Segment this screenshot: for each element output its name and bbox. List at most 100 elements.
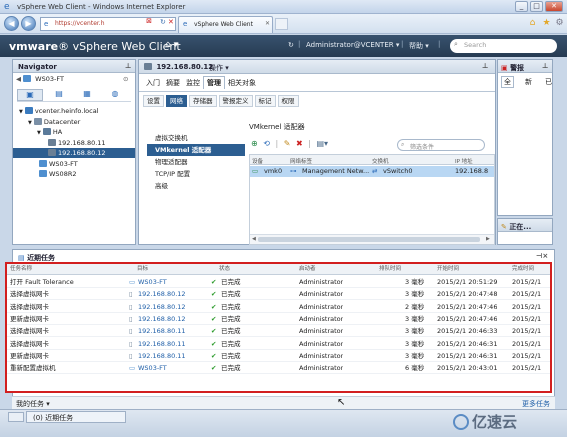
more-tasks-link[interactable]: 更多任务 <box>522 399 550 409</box>
task-col-header[interactable]: 任务名称 <box>10 264 32 275</box>
task-row[interactable]: 更新虚拟网卡 ▯ 192.168.80.11 ✔ 已完成 Administrator 3 毫… <box>7 350 550 362</box>
network-nav-item[interactable]: 虚拟交换机 <box>147 132 245 144</box>
hosts-clusters-tab-icon[interactable]: ▣ <box>17 89 43 101</box>
task-target-link[interactable]: 192.168.80.12 <box>138 301 186 313</box>
tab-close-icon[interactable]: ✕ <box>265 20 270 27</box>
grid-col-header[interactable]: 设备 <box>252 157 263 165</box>
expand-icon[interactable]: ▼ <box>28 120 32 126</box>
delete-icon[interactable]: ✖ <box>296 139 303 148</box>
pin-icon[interactable]: ⊣× <box>536 252 548 260</box>
tab-1[interactable]: 摘要 <box>163 77 183 89</box>
certificate-error-icon[interactable]: ⊠ <box>143 17 155 27</box>
stop-icon[interactable]: ✕ <box>168 18 174 26</box>
task-row[interactable]: 打开 Fault Tolerance ▭ WS03-FT ✔ 已完成 Administra… <box>7 276 550 288</box>
alarm-tab-2[interactable]: 已 <box>543 77 554 87</box>
grid-row-selected[interactable]: ▭ vmk0 ⊶ Management Netw... ⇄ vSwitch0 1… <box>250 166 494 177</box>
task-col-header[interactable]: 完成时间 <box>512 264 534 275</box>
network-nav-item[interactable]: 高级 <box>147 180 245 192</box>
new-tab-button[interactable] <box>275 18 288 30</box>
tree-item[interactable]: 192.168.80.12 <box>13 148 135 158</box>
actions-dropdown-icon[interactable]: ▤▾ <box>317 139 329 148</box>
task-col-header[interactable]: 启动者 <box>299 264 316 275</box>
scroll-right-icon[interactable]: ▶ <box>486 236 490 242</box>
subtab-4[interactable]: 标记 <box>254 95 276 107</box>
favorites-icon[interactable]: ★ <box>541 18 552 29</box>
task-target-link[interactable]: WS03-FT <box>138 362 167 374</box>
network-nav-item[interactable]: VMkernel 适配器 <box>147 144 245 156</box>
alarm-tab-1[interactable]: 新 <box>523 77 534 87</box>
actions-menu[interactable]: 操作 ▾ <box>209 63 229 73</box>
network-nav-item[interactable]: 物理适配器 <box>147 156 245 168</box>
taskbar-button[interactable] <box>8 412 24 422</box>
task-target-link[interactable]: 192.168.80.12 <box>138 313 186 325</box>
task-row[interactable]: 重新配置虚拟机 ▭ WS03-FT ✔ 已完成 Administrator 6 毫秒 2015… <box>7 362 550 375</box>
task-target-link[interactable]: 192.168.80.12 <box>138 288 186 300</box>
subtab-5[interactable]: 权限 <box>277 95 299 107</box>
tree-item[interactable]: ▼ Datacenter <box>13 117 135 127</box>
task-col-header[interactable]: 开始时间 <box>437 264 459 275</box>
tree-item[interactable]: 192.168.80.11 <box>13 138 135 148</box>
tools-gear-icon[interactable]: ⚙ <box>554 18 565 29</box>
tab-2[interactable]: 监控 <box>183 77 203 89</box>
tree-item[interactable]: WS03-FT <box>13 159 135 169</box>
task-target-link[interactable]: 192.168.80.11 <box>138 338 186 350</box>
subtab-1[interactable]: 网络 <box>166 95 187 107</box>
close-icon[interactable]: ✕ <box>545 1 563 12</box>
task-target-link[interactable]: 192.168.80.11 <box>138 350 186 362</box>
storage-tab-icon[interactable]: ▦ <box>77 89 97 98</box>
task-row[interactable]: 更新虚拟网卡 ▯ 192.168.80.12 ✔ 已完成 Administrator 3 毫… <box>7 313 550 325</box>
network-tab-icon[interactable]: ◍ <box>105 89 125 98</box>
navigator-back-button[interactable]: ◀ WS03-FT ⊙ <box>16 75 132 86</box>
task-row[interactable]: 选择虚拟网卡 ▯ 192.168.80.12 ✔ 已完成 Administrator 2 毫… <box>7 301 550 313</box>
scroll-thumb[interactable] <box>258 237 480 242</box>
vms-templates-tab-icon[interactable]: ▤ <box>49 89 69 98</box>
task-row[interactable]: 选择虚拟网卡 ▯ 192.168.80.11 ✔ 已完成 Administrator 3 毫… <box>7 338 550 350</box>
home-icon[interactable]: ⌂ <box>527 18 538 29</box>
my-tasks-dropdown[interactable]: 我的任务 ▾ <box>16 399 50 409</box>
task-row[interactable]: 选择虚拟网卡 ▯ 192.168.80.11 ✔ 已完成 Administrator 3 毫… <box>7 325 550 338</box>
filter-input[interactable]: ⌕ 筛选条件 <box>397 139 485 151</box>
forward-arrow-icon[interactable]: ▶ <box>21 16 36 31</box>
edit-pencil-icon[interactable]: ✎ <box>284 139 291 148</box>
tree-item[interactable]: ▼ vcenter.heinfo.local <box>13 106 135 116</box>
task-col-header[interactable]: 目标 <box>137 264 148 275</box>
taskbar-recent-tasks-item[interactable]: (0) 近期任务 <box>26 411 126 423</box>
task-target-link[interactable]: WS03-FT <box>138 276 167 288</box>
user-menu[interactable]: Administrator@VCENTER ▾ <box>306 41 399 49</box>
tree-item[interactable]: WS08R2 <box>13 169 135 179</box>
task-col-header[interactable]: 状态 <box>219 264 230 275</box>
home-button[interactable]: ⌂ ▾ <box>165 40 178 50</box>
grid-col-header[interactable]: 网络标签 <box>290 157 312 165</box>
help-menu[interactable]: 帮助 ▾ <box>409 41 429 51</box>
tab-0[interactable]: 入门 <box>143 77 163 89</box>
refresh-icon[interactable]: ↻ <box>288 41 294 49</box>
refresh-adapter-icon[interactable]: ⟲ <box>263 139 270 148</box>
task-target-link[interactable]: 192.168.80.11 <box>138 325 186 337</box>
subtab-3[interactable]: 警报定义 <box>218 95 253 107</box>
add-adapter-icon[interactable]: ⊕ <box>251 139 258 148</box>
tab-4[interactable]: 相关对象 <box>225 77 259 89</box>
scroll-left-icon[interactable]: ◀ <box>252 236 256 242</box>
refresh-icon[interactable]: ↻ <box>160 18 166 26</box>
url-field[interactable]: e https://vcenter.h <box>40 17 176 31</box>
subtab-2[interactable]: 存储器 <box>189 95 217 107</box>
alarm-tab-0[interactable]: 全 <box>501 76 514 88</box>
network-nav-item[interactable]: TCP/IP 配置 <box>147 168 245 180</box>
grid-scrollbar[interactable]: ◀ ▶ <box>250 234 494 244</box>
grid-col-header[interactable]: 交换机 <box>372 157 389 165</box>
pin-icon[interactable]: ⊥ <box>482 62 488 70</box>
pin-icon[interactable]: ⊥ <box>125 62 131 70</box>
subtab-0[interactable]: 设置 <box>143 95 164 107</box>
task-row[interactable]: 选择虚拟网卡 ▯ 192.168.80.12 ✔ 已完成 Administrator 3 毫… <box>7 288 550 301</box>
back-arrow-icon[interactable]: ◀ <box>4 16 19 31</box>
expand-icon[interactable]: ▼ <box>37 130 41 136</box>
global-search-input[interactable]: ⌕ Search <box>450 39 557 53</box>
pin-icon[interactable]: ⊥ <box>542 62 548 70</box>
tree-item[interactable]: ▼ HA <box>13 127 135 137</box>
maximize-icon[interactable]: □ <box>530 1 543 12</box>
task-col-header[interactable]: 排队时间 <box>379 264 401 275</box>
browser-tab[interactable]: e vSphere Web Client ✕ <box>178 16 273 33</box>
minimize-icon[interactable]: _ <box>515 1 528 12</box>
history-icon[interactable]: ⊙ <box>123 75 128 83</box>
tab-3[interactable]: 管理 <box>203 76 225 89</box>
